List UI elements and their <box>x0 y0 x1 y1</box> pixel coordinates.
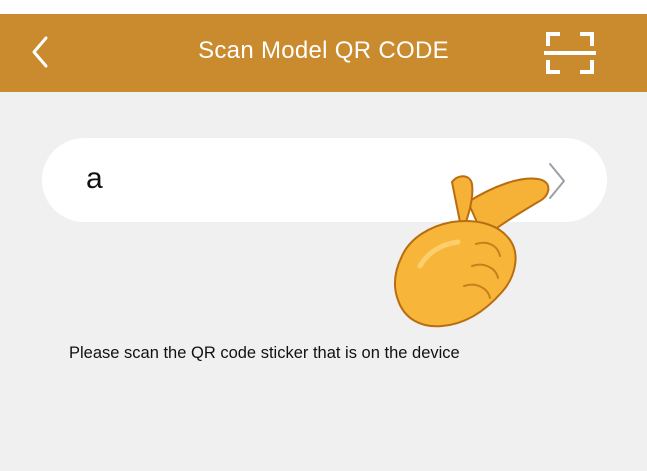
main-content: a Please scan the QR code sticker that i… <box>0 92 647 471</box>
model-value: a <box>86 162 103 195</box>
scan-frame-icon <box>544 32 596 74</box>
scan-instruction-text: Please scan the QR code sticker that is … <box>69 344 460 362</box>
scan-button[interactable] <box>540 26 600 78</box>
status-bar-strip <box>0 0 647 14</box>
header-bar: Scan Model QR CODE <box>0 14 647 92</box>
pointing-hand-icon <box>394 175 550 328</box>
